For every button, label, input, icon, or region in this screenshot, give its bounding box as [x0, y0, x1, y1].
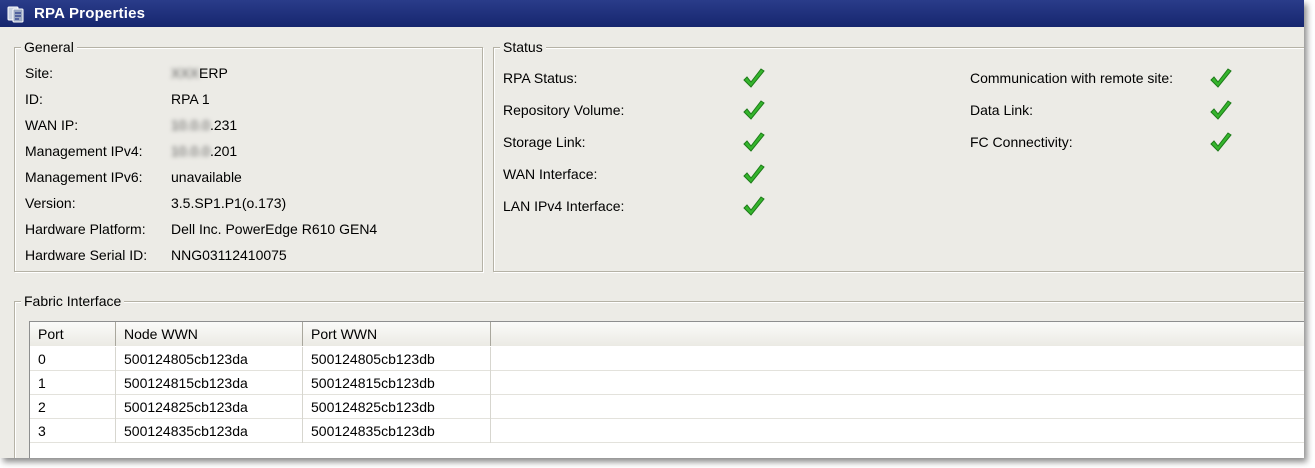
mgmt-ipv4-label: Management IPv4:	[25, 143, 143, 159]
id-row: ID: RPA 1	[25, 89, 210, 109]
general-group: General Site: XXXERP ID: RPA 1 WAN IP: 1…	[14, 39, 483, 272]
table-header: Port Node WWN Port WWN	[30, 322, 1304, 346]
storage-link-check-icon	[743, 132, 765, 152]
cell-port-wwn: 500124825cb123db	[303, 395, 491, 419]
lan-ipv4-interface-check-icon	[743, 196, 765, 216]
wan-interface-check-icon	[743, 164, 765, 184]
communication-remote-site-label: Communication with remote site:	[970, 70, 1174, 86]
cell-node-wwn: 500124805cb123da	[116, 347, 303, 371]
id-label: ID:	[25, 91, 43, 107]
fc-connectivity-label: FC Connectivity:	[970, 134, 1073, 150]
hardware-platform-label: Hardware Platform:	[25, 221, 146, 237]
wan-ip-label: WAN IP:	[25, 117, 79, 133]
site-label: Site:	[25, 65, 54, 81]
table-row[interactable]: 2 500124825cb123da 500124825cb123db	[30, 395, 1304, 419]
fc-connectivity-check-icon	[1210, 132, 1232, 152]
version-row: Version: 3.5.SP1.P1(o.173)	[25, 193, 286, 213]
mgmt-ipv6-label: Management IPv6:	[25, 169, 143, 185]
status-group: Status RPA Status: Repository Volume: St…	[493, 39, 1304, 272]
hardware-platform-value: Dell Inc. PowerEdge R610 GEN4	[171, 221, 378, 237]
fabric-interface-table[interactable]: Port Node WWN Port WWN 0 500124805cb123d…	[29, 321, 1304, 458]
cell-node-wwn: 500124815cb123da	[116, 371, 303, 395]
table-row[interactable]: 3 500124835cb123da 500124835cb123db	[30, 419, 1304, 443]
cell-port: 3	[30, 419, 116, 443]
wan-ip-value: 10.0.0.231	[171, 117, 237, 133]
mgmt-ipv4-value-text: .201	[209, 143, 238, 159]
version-label: Version:	[25, 195, 76, 211]
site-row: Site: XXXERP	[25, 63, 228, 83]
mgmt-ipv4-redacted-prefix: 10.0.0	[171, 143, 210, 159]
table-row[interactable]: 1 500124815cb123da 500124815cb123db	[30, 371, 1304, 395]
storage-link-label: Storage Link:	[503, 134, 586, 150]
rpa-status-check-icon	[743, 68, 765, 88]
column-header-port-wwn[interactable]: Port WWN	[303, 322, 491, 346]
site-value-text: ERP	[199, 65, 228, 81]
general-legend: General	[21, 39, 77, 55]
cell-port: 2	[30, 395, 116, 419]
data-link-check-icon	[1210, 100, 1232, 120]
cell-filler	[491, 371, 1304, 395]
rpa-properties-window: RPA Properties General Site: XXXERP ID: …	[0, 0, 1304, 458]
id-value: RPA 1	[171, 91, 210, 107]
version-value: 3.5.SP1.P1(o.173)	[171, 195, 287, 211]
mgmt-ipv6-value: unavailable	[171, 169, 242, 185]
cell-filler	[491, 419, 1304, 443]
repository-volume-check-icon	[743, 100, 765, 120]
title-bar[interactable]: RPA Properties	[0, 0, 1304, 27]
site-redacted-prefix: XXX	[171, 65, 200, 81]
cell-port-wwn: 500124815cb123db	[303, 371, 491, 395]
wan-ip-row: WAN IP: 10.0.0.231	[25, 115, 237, 135]
cell-port-wwn: 500124835cb123db	[303, 419, 491, 443]
repository-volume-label: Repository Volume:	[503, 102, 625, 118]
column-header-port[interactable]: Port	[30, 322, 116, 346]
communication-remote-site-check-icon	[1210, 68, 1232, 88]
mgmt-ipv4-value: 10.0.0.201	[171, 143, 237, 159]
cell-filler	[491, 347, 1304, 371]
hardware-serial-label: Hardware Serial ID:	[25, 247, 148, 263]
hardware-platform-row: Hardware Platform: Dell Inc. PowerEdge R…	[25, 219, 377, 239]
mgmt-ipv6-row: Management IPv6: unavailable	[25, 167, 242, 187]
fabric-interface-legend: Fabric Interface	[21, 293, 125, 309]
rpa-status-label: RPA Status:	[503, 70, 578, 86]
wan-ip-value-text: .231	[209, 117, 238, 133]
cell-port: 1	[30, 371, 116, 395]
hardware-serial-row: Hardware Serial ID: NNG03112410075	[25, 245, 287, 265]
window-title: RPA Properties	[34, 5, 146, 22]
table-row[interactable]: 0 500124805cb123da 500124805cb123db	[30, 347, 1304, 371]
cell-port: 0	[30, 347, 116, 371]
cell-filler	[491, 395, 1304, 419]
hardware-serial-value: NNG03112410075	[171, 247, 287, 263]
lan-ipv4-interface-label: LAN IPv4 Interface:	[503, 198, 625, 214]
cell-node-wwn: 500124825cb123da	[116, 395, 303, 419]
fabric-interface-group: Fabric Interface Port Node WWN Port WWN …	[14, 293, 1304, 458]
data-link-label: Data Link:	[970, 102, 1034, 118]
cell-node-wwn: 500124835cb123da	[116, 419, 303, 443]
column-header-filler	[491, 322, 1304, 346]
wan-ip-redacted-prefix: 10.0.0	[171, 117, 210, 133]
site-value: XXXERP	[171, 65, 228, 81]
mgmt-ipv4-row: Management IPv4: 10.0.0.201	[25, 141, 237, 161]
status-legend: Status	[500, 39, 546, 55]
column-header-node-wwn[interactable]: Node WWN	[116, 322, 303, 346]
rpa-app-icon	[6, 4, 28, 24]
cell-port-wwn: 500124805cb123db	[303, 347, 491, 371]
wan-interface-label: WAN Interface:	[503, 166, 598, 182]
